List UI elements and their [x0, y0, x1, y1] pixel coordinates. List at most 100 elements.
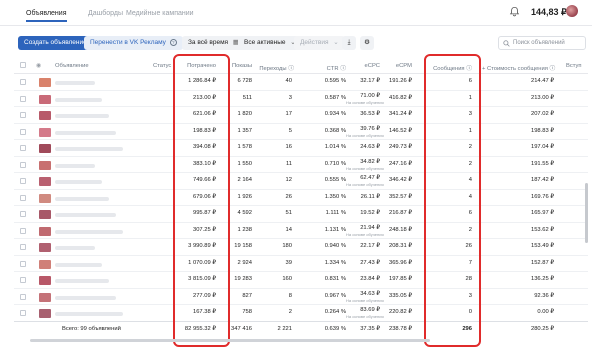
- ad-name-redacted[interactable]: [55, 246, 95, 250]
- actions-button[interactable]: Действия ⌄: [294, 36, 345, 50]
- col-clicks-label: Переходы: [259, 66, 287, 72]
- ad-name-redacted[interactable]: [55, 213, 116, 217]
- col-status[interactable]: Статус: [153, 63, 171, 69]
- ad-name-redacted[interactable]: [55, 312, 123, 316]
- ad-thumbnail[interactable]: [39, 292, 51, 302]
- row-checkbox[interactable]: [20, 277, 26, 283]
- ad-thumbnail[interactable]: [39, 193, 51, 203]
- row-checkbox[interactable]: [20, 293, 26, 300]
- row-checkbox[interactable]: [20, 95, 26, 102]
- period-selector[interactable]: За всё время ▦: [182, 36, 246, 50]
- col-ctr[interactable]: CTR ⓘ: [304, 63, 346, 72]
- table-row[interactable]: 995.87 ₽4 592 51 1.111 % 19.52 ₽216.87 ₽6 16…: [14, 206, 588, 223]
- table-row[interactable]: 307.25 ₽1 238 14 1.131 % 21.94 ₽ На основе о…: [14, 223, 588, 239]
- row-checkbox[interactable]: [20, 227, 26, 234]
- ad-name-redacted[interactable]: [55, 262, 102, 267]
- bell-icon[interactable]: [509, 6, 520, 17]
- ad-thumbnail[interactable]: [39, 94, 51, 104]
- horizontal-scrollbar[interactable]: [30, 339, 430, 342]
- table-row[interactable]: 383.10 ₽1 550 11 0.710 % 34.82 ₽ На основе о…: [14, 157, 588, 173]
- avatar[interactable]: [566, 5, 578, 17]
- gear-icon[interactable]: ⚙: [360, 36, 374, 50]
- ad-thumbnail[interactable]: [39, 276, 51, 285]
- table-row[interactable]: 277.09 ₽827 8 0.967 % 34.63 ₽ На основе обуч…: [14, 289, 588, 305]
- cell-ecpm: 220.82 ₽: [388, 309, 412, 315]
- cell-clicks: 2: [288, 309, 292, 315]
- row-checkbox[interactable]: [20, 260, 26, 267]
- col-clicks[interactable]: Переходы ⓘ: [252, 63, 294, 72]
- table-row[interactable]: 621.06 ₽1 820 17 0.934 % 36.53 ₽341.24 ₽3 20…: [14, 107, 588, 124]
- row-checkbox[interactable]: [20, 145, 26, 151]
- ad-thumbnail[interactable]: [39, 111, 51, 120]
- row-checkbox[interactable]: [20, 79, 26, 85]
- table-row[interactable]: 198.83 ₽1 357 5 0.368 % 39.76 ₽ На основе об…: [14, 124, 588, 140]
- table-row[interactable]: 3 815.09 ₽19 283 160 0.831 % 23.84 ₽197.85 …: [14, 272, 588, 289]
- col-ecpm[interactable]: eCPM: [380, 63, 412, 69]
- tab-dashboards[interactable]: Дашборды: [88, 10, 123, 17]
- row-checkbox[interactable]: [20, 112, 26, 118]
- col-message-cost[interactable]: + Стоимость сообщения ⓘ: [482, 63, 555, 72]
- table-row[interactable]: 749.66 ₽2 164 12 0.555 % 62.47 ₽ На основе о…: [14, 173, 588, 190]
- ad-name-redacted[interactable]: [55, 81, 95, 85]
- cell-ecpc: 71.00 ₽ На основе обучения: [346, 92, 384, 105]
- row-checkbox[interactable]: [20, 194, 26, 201]
- cell-ctr: 1.334 %: [324, 259, 346, 266]
- tab-media-campaigns[interactable]: Медийные кампании: [126, 10, 194, 17]
- col-ecpc[interactable]: eCPC: [346, 63, 380, 69]
- ad-name-redacted[interactable]: [55, 229, 123, 234]
- ad-name-redacted[interactable]: [55, 196, 109, 201]
- ad-name-redacted[interactable]: [55, 295, 116, 300]
- table-row[interactable]: 3 990.89 ₽19 158 180 0.940 % 22.17 ₽208.31 …: [14, 239, 588, 256]
- col-ad[interactable]: Объявление: [55, 63, 89, 69]
- vertical-scrollbar[interactable]: [585, 183, 588, 243]
- cell-ctr: 1.014 %: [324, 144, 346, 150]
- search-input[interactable]: Поиск объявлений: [498, 36, 586, 50]
- table-row[interactable]: 1 070.09 ₽2 924 39 1.334 % 27.43 ₽365.96 ₽7…: [14, 256, 588, 272]
- row-checkbox[interactable]: [20, 310, 26, 316]
- transfer-vk-ads-label: Перенести в VK Рекламу: [90, 39, 166, 46]
- table-row[interactable]: 213.00 ₽511 3 0.587 % 71.00 ₽ На основе обуч…: [14, 91, 588, 107]
- ad-thumbnail[interactable]: [39, 259, 51, 269]
- ad-thumbnail[interactable]: [39, 144, 51, 153]
- ad-thumbnail[interactable]: [39, 309, 51, 318]
- row-checkbox[interactable]: [20, 128, 26, 135]
- balance-amount[interactable]: 144,83 ₽: [531, 7, 567, 18]
- create-ad-button[interactable]: Создать объявление: [18, 36, 93, 50]
- ad-thumbnail[interactable]: [39, 78, 51, 87]
- cell-clicks: 5: [288, 127, 292, 134]
- ad-name-redacted[interactable]: [55, 97, 102, 102]
- download-icon[interactable]: ⤓: [342, 36, 356, 50]
- ad-thumbnail[interactable]: [39, 160, 51, 170]
- ad-name-redacted[interactable]: [55, 279, 109, 283]
- ad-thumbnail[interactable]: [39, 127, 51, 137]
- ecpc-value: 71.00 ₽: [360, 92, 380, 99]
- row-checkbox[interactable]: [20, 178, 26, 184]
- row-checkbox[interactable]: [20, 244, 26, 250]
- status-filter[interactable]: Все активные ⌄: [238, 36, 302, 50]
- ad-name-redacted[interactable]: [55, 163, 95, 168]
- table-row[interactable]: 679.06 ₽1 926 26 1.350 % 26.11 ₽352.57 ₽4 16…: [14, 190, 588, 206]
- ad-thumbnail[interactable]: [39, 210, 51, 219]
- select-all-checkbox[interactable]: [20, 62, 26, 68]
- tab-ads[interactable]: Объявления: [26, 10, 67, 22]
- table-row[interactable]: 167.38 ₽758 2 0.264 % 83.69 ₽ На основе обуч…: [14, 305, 588, 322]
- table-row[interactable]: 394.08 ₽1 578 16 1.014 % 24.63 ₽249.73 ₽2 19…: [14, 140, 588, 157]
- col-joins[interactable]: Вступ: [566, 63, 582, 69]
- ad-name-redacted[interactable]: [55, 114, 109, 118]
- total-ecpc: 37.35 ₽: [360, 326, 380, 332]
- cell-ecpm: 191.26 ₽: [388, 78, 412, 84]
- ad-name-redacted[interactable]: [55, 147, 123, 151]
- row-checkbox[interactable]: [20, 211, 26, 217]
- ad-thumbnail[interactable]: [39, 177, 51, 186]
- row-checkbox[interactable]: [20, 161, 26, 168]
- cell-ecpm: 416.82 ₽: [388, 94, 412, 101]
- ad-name-redacted[interactable]: [55, 130, 116, 135]
- ad-thumbnail[interactable]: [39, 243, 51, 252]
- cell-ctr: 0.934 %: [324, 111, 346, 117]
- ad-name-redacted[interactable]: [55, 180, 102, 184]
- eye-icon[interactable]: ◉: [36, 63, 41, 69]
- transfer-vk-ads-button[interactable]: Перенести в VK Рекламу ?: [84, 36, 183, 50]
- ad-thumbnail[interactable]: [39, 226, 51, 236]
- cell-ctr: 0.264 %: [324, 309, 346, 315]
- table-row[interactable]: 1 286.84 ₽6 728 40 0.595 % 32.17 ₽191.26 ₽6…: [14, 74, 588, 91]
